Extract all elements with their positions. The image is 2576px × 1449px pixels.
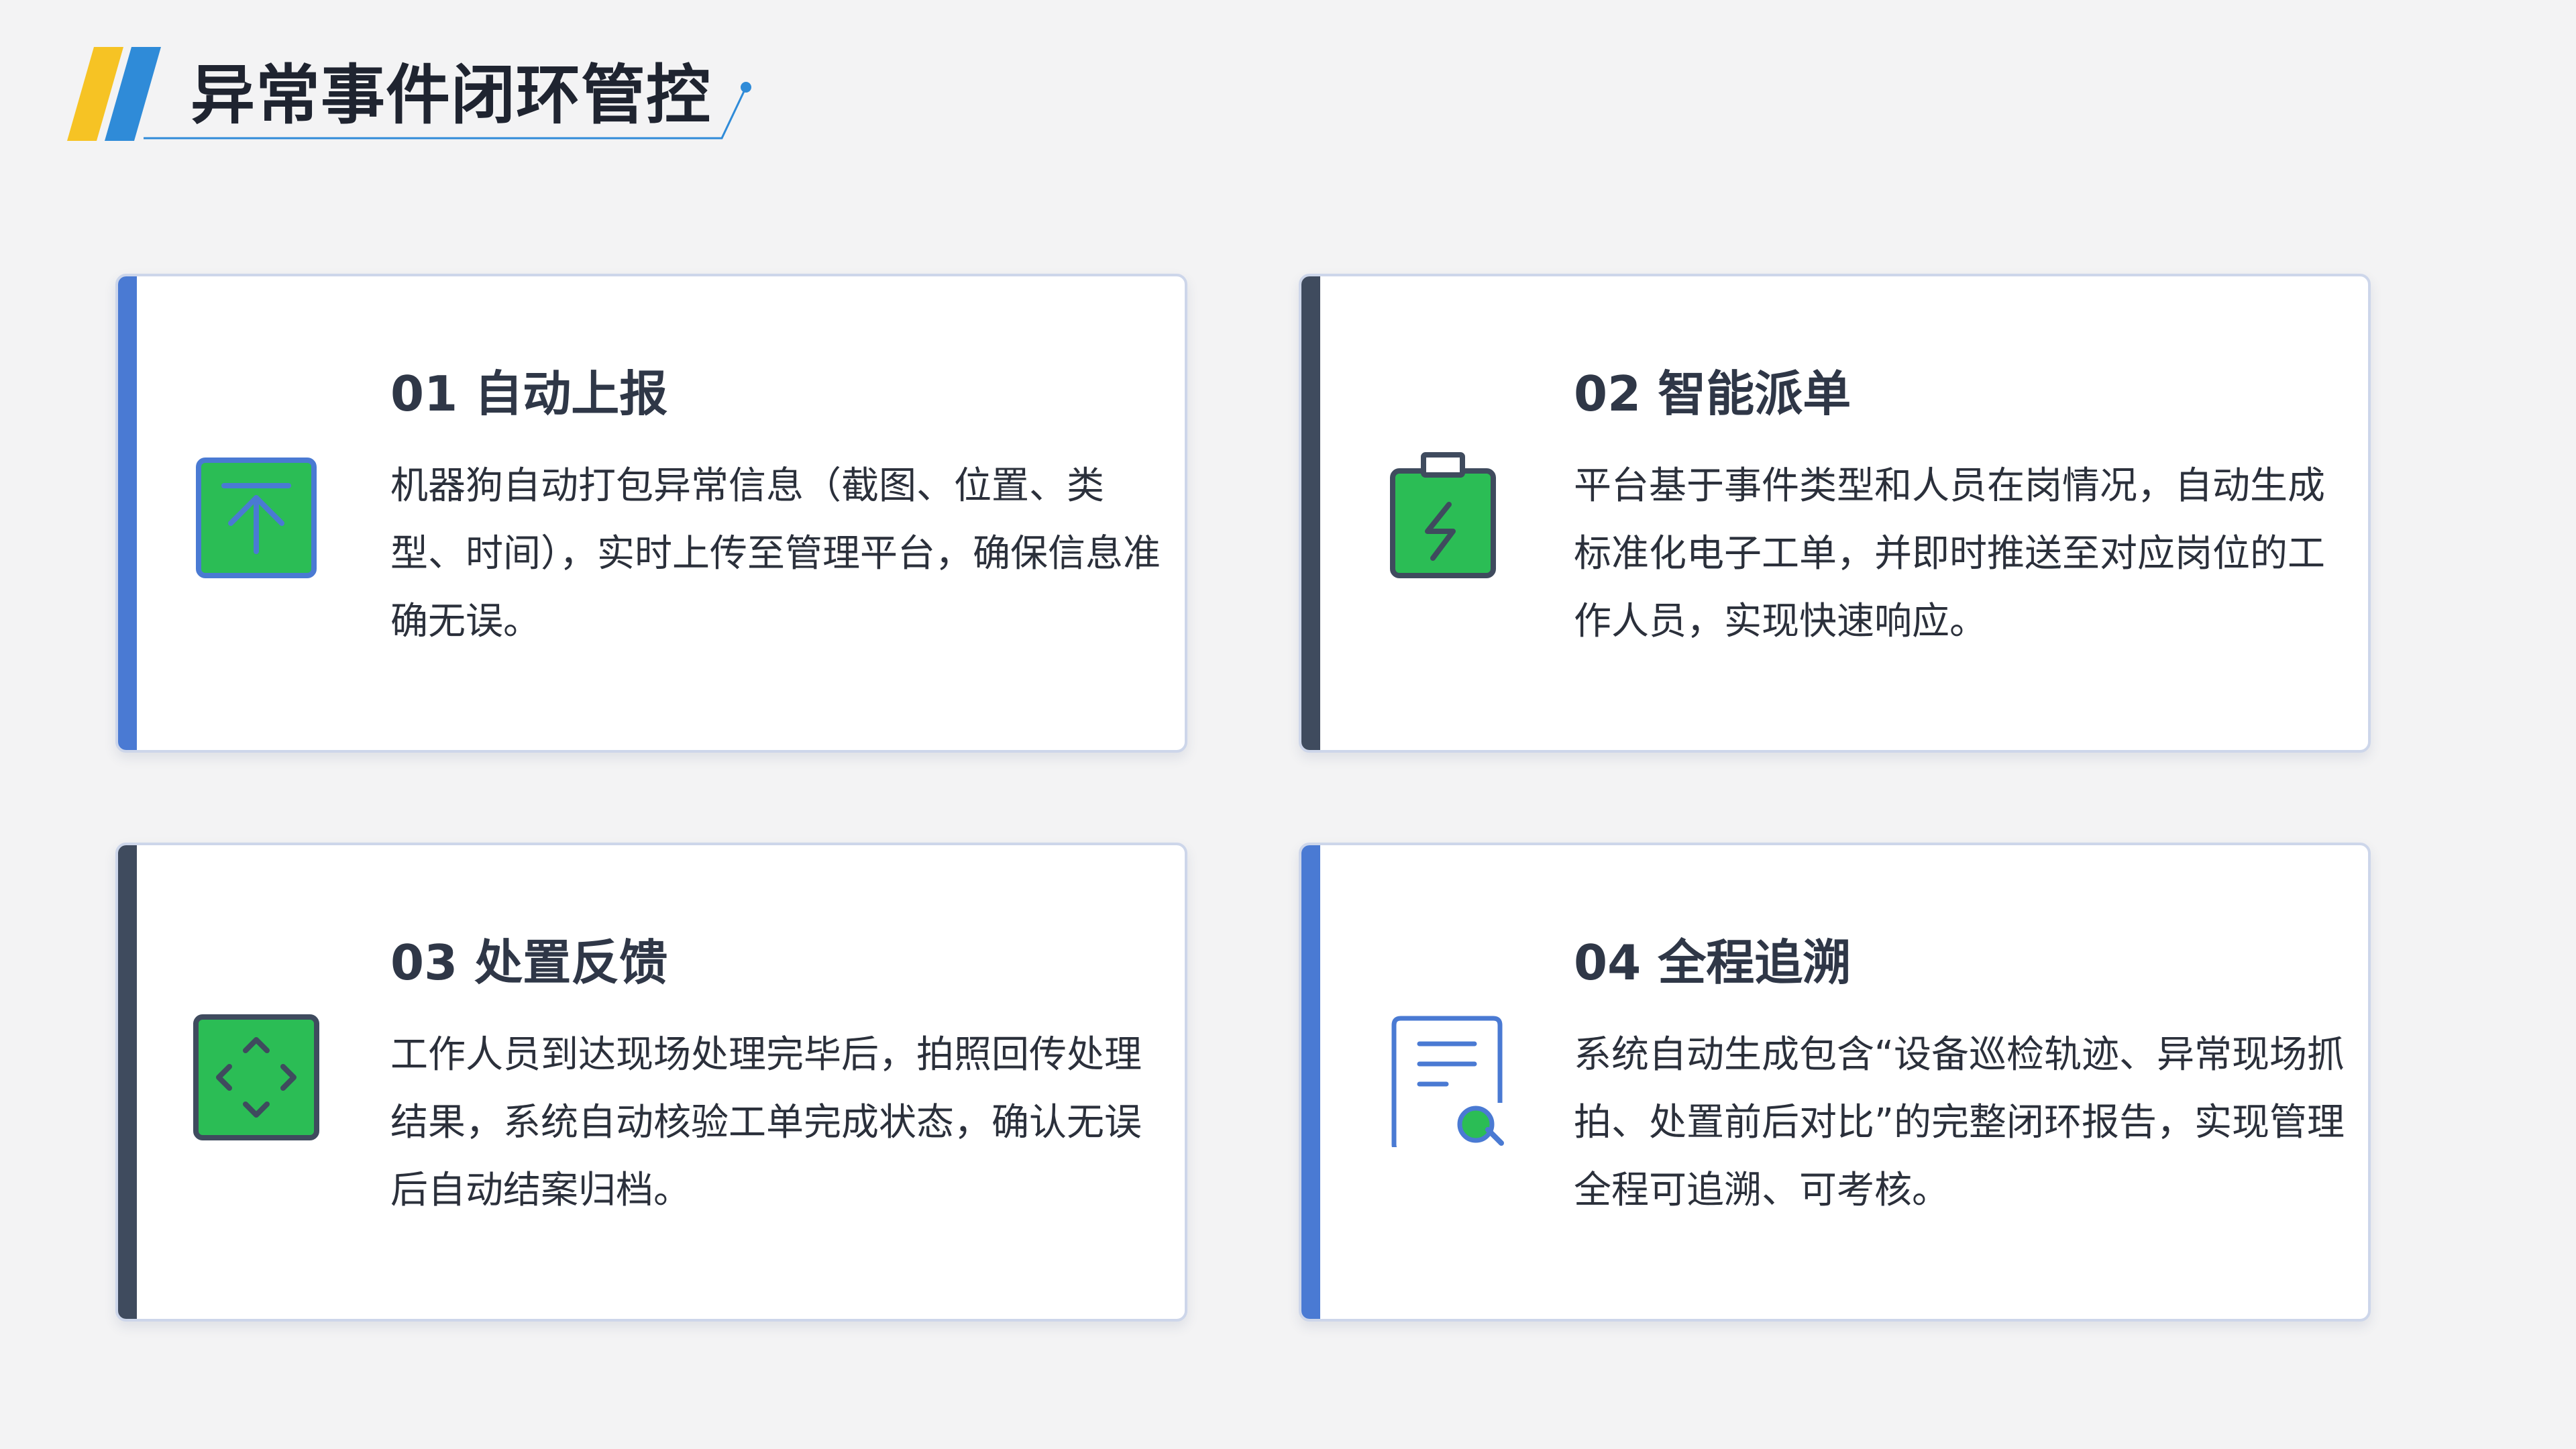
- card-description: 工作人员到达现场处理完毕后，拍照回传处理结果，系统自动核验工单完成状态，确认无误…: [390, 1033, 1142, 1212]
- card-title: 03 处置反馈: [390, 934, 668, 991]
- card-full-traceability: 04 全程追溯 系统自动生成包含“设备巡检轨迹、异常现场抓拍、处置前后对比”的完…: [1299, 843, 2371, 1322]
- card-accent-bar: [1301, 276, 1320, 750]
- upload-icon: [191, 444, 325, 578]
- card-description: 平台基于事件类型和人员在岗情况，自动生成标准化电子工单，并即时推送至对应岗位的工…: [1574, 464, 2325, 643]
- page-title: 异常事件闭环管控: [191, 58, 711, 133]
- page-header: 异常事件闭环管控: [0, 0, 805, 174]
- card-description: 系统自动生成包含“设备巡检轨迹、异常现场抓拍、处置前后对比”的完整闭环报告，实现…: [1574, 1033, 2345, 1212]
- card-handling-feedback: 03 处置反馈 工作人员到达现场处理完毕后，拍照回传处理结果，系统自动核验工单完…: [115, 843, 1187, 1322]
- card-accent-bar: [1301, 845, 1320, 1319]
- card-title: 04 全程追溯: [1574, 934, 1851, 991]
- card-description: 机器狗自动打包异常信息（截图、位置、类型、时间），实时上传至管理平台，确保信息准…: [390, 464, 1161, 643]
- card-accent-bar: [118, 845, 137, 1319]
- card-smart-dispatch: 02 智能派单 平台基于事件类型和人员在岗情况，自动生成标准化电子工单，并即时推…: [1299, 274, 2371, 753]
- card-title: 02 智能派单: [1574, 366, 1851, 422]
- card-title: 01 自动上报: [390, 366, 668, 422]
- card-auto-report: 01 自动上报 机器狗自动打包异常信息（截图、位置、类型、时间），实时上传至管理…: [115, 274, 1187, 753]
- expand-arrows-icon: [191, 1013, 325, 1147]
- card-accent-bar: [118, 276, 137, 750]
- document-search-icon: [1374, 1013, 1508, 1147]
- clipboard-lightning-icon: [1374, 444, 1508, 578]
